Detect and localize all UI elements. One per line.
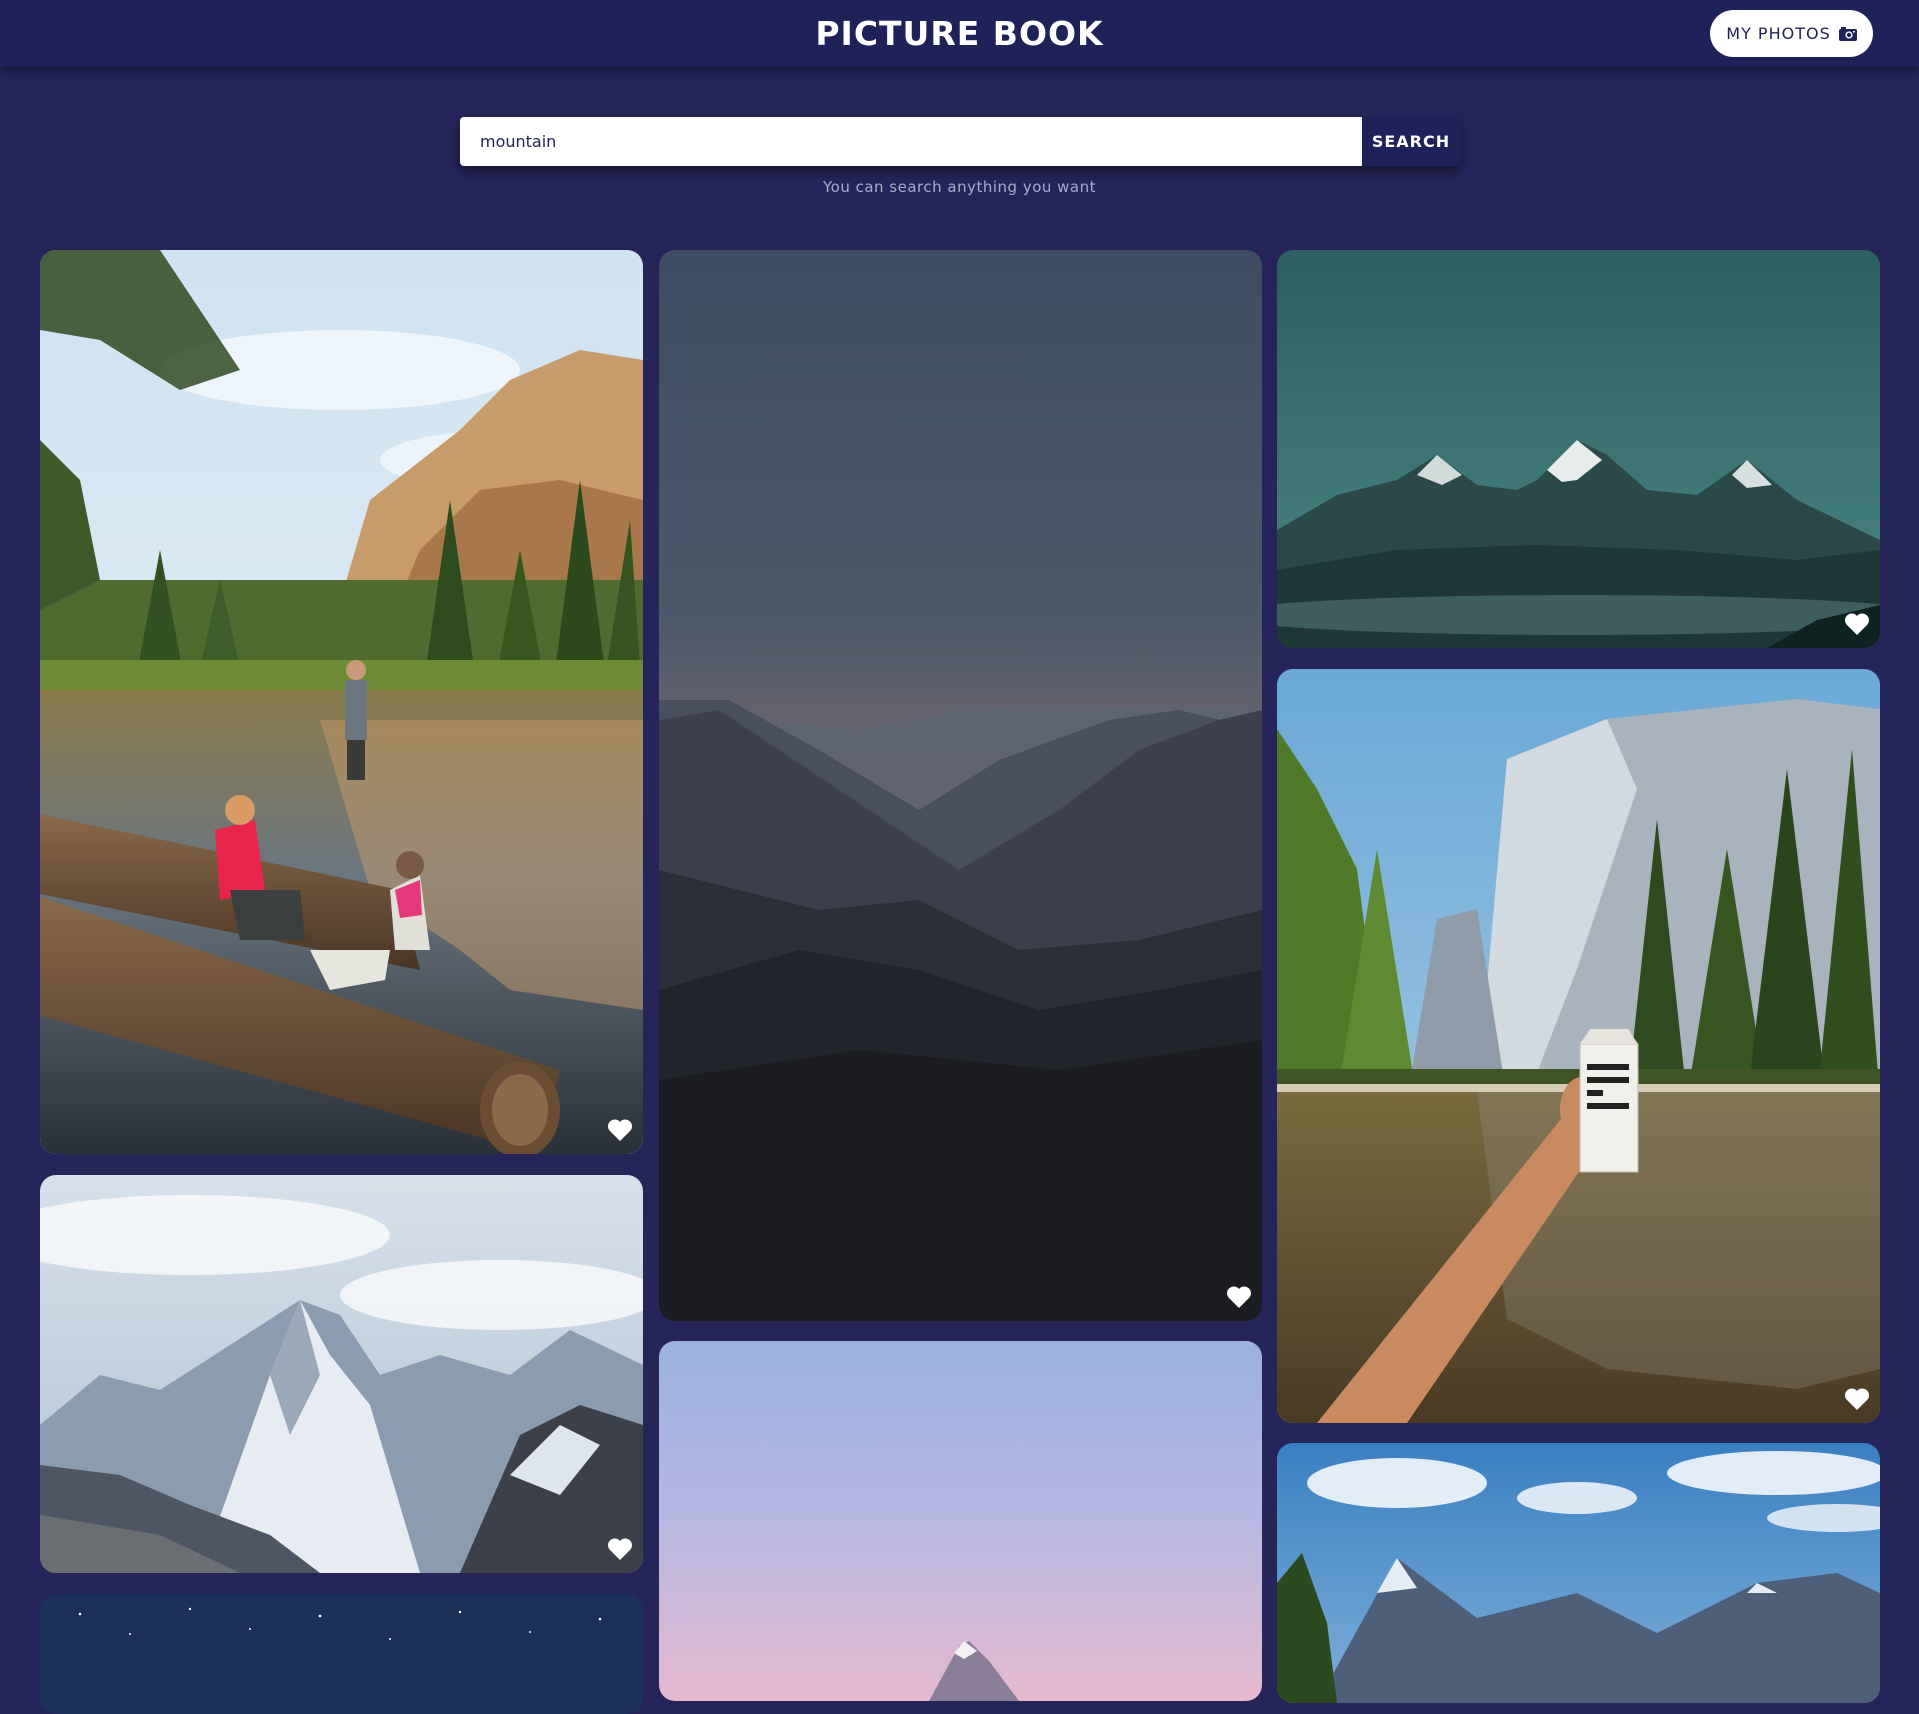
search-helper-text: You can search anything you want [822,178,1097,196]
pink-sky-peak-photo [659,1341,1262,1701]
my-photos-label: MY PHOTOS [1726,24,1831,43]
starry-night-photo [40,1594,643,1714]
heart-icon[interactable] [607,1118,633,1142]
himalaya-peaks-photo [40,1175,643,1573]
el-capitan-photo [1277,669,1880,1423]
photo-card-starry-night[interactable] [40,1594,643,1714]
heart-icon[interactable] [1844,612,1870,636]
teal-peaks-photo [1277,250,1880,648]
search-input[interactable] [460,117,1362,166]
heart-icon[interactable] [607,1537,633,1561]
yosemite-river-photo [40,250,643,1154]
photo-card-yosemite-river[interactable] [40,250,643,1154]
photo-card-misty-ridges[interactable] [659,250,1262,1321]
app-header: PICTURE BOOK MY PHOTOS [0,0,1919,67]
my-photos-button[interactable]: MY PHOTOS [1710,10,1873,57]
search-button[interactable]: SEARCH [1362,117,1460,166]
photo-card-blue-valley[interactable] [1277,1443,1880,1703]
misty-ridges-photo [659,250,1262,1321]
photo-card-pink-sky-peak[interactable] [659,1341,1262,1701]
photo-card-teal-peaks[interactable] [1277,250,1880,648]
heart-icon[interactable] [1226,1285,1252,1309]
search-bar: SEARCH [460,117,1460,166]
camera-icon [1838,27,1857,41]
app-title: PICTURE BOOK [815,14,1104,53]
photo-card-el-capitan[interactable] [1277,669,1880,1423]
heart-icon[interactable] [1844,1387,1870,1411]
photo-card-himalaya-peaks[interactable] [40,1175,643,1573]
blue-valley-photo [1277,1443,1880,1703]
